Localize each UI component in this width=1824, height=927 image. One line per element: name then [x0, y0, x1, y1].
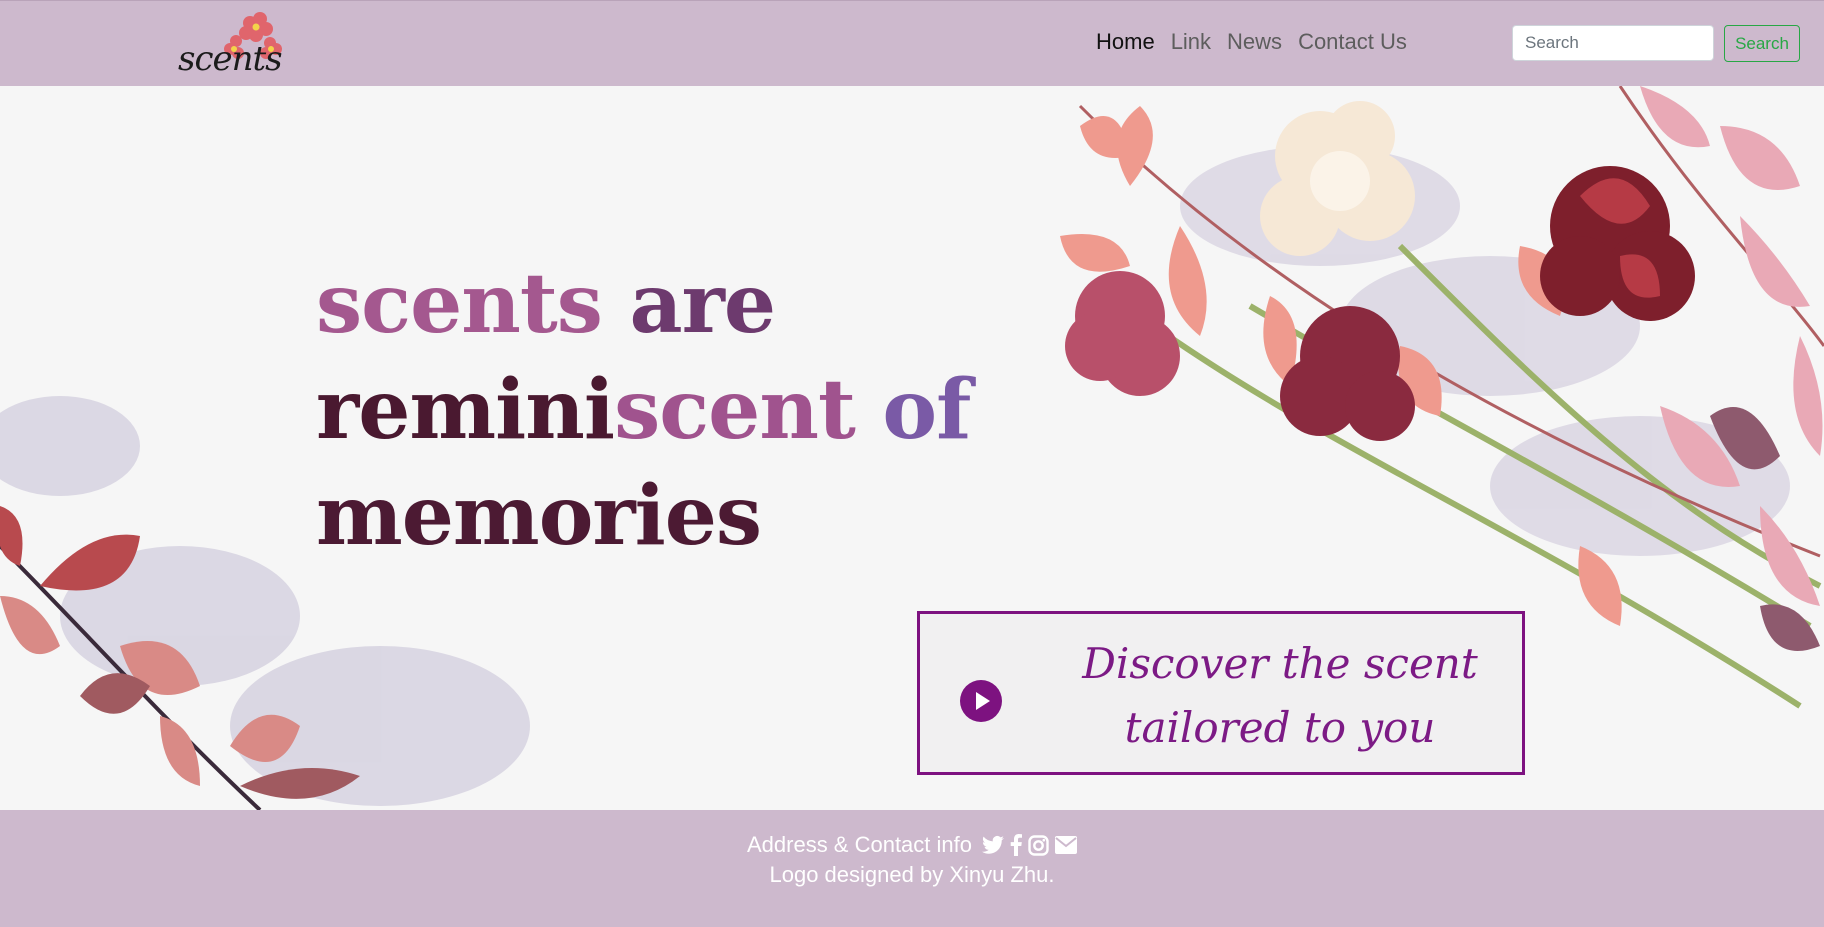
social-icons	[982, 834, 1077, 856]
footer-credit: Logo designed by Xinyu Zhu.	[769, 862, 1055, 887]
twitter-icon[interactable]	[982, 835, 1004, 855]
nav-links: Home Link News Contact Us	[1096, 29, 1407, 55]
hero-headline: scents are reminiscent of memories	[316, 251, 971, 569]
instagram-icon[interactable]	[1028, 834, 1049, 856]
mail-icon[interactable]	[1055, 836, 1077, 854]
nav-link-news[interactable]: News	[1227, 29, 1282, 55]
headline-line-3: memories	[316, 467, 762, 564]
search-input[interactable]	[1512, 25, 1714, 61]
headline-line-2: reminiscent of	[316, 361, 971, 458]
footer-contact-text: Address & Contact info	[746, 832, 972, 857]
nav-link-link[interactable]: Link	[1171, 29, 1211, 55]
logo-text: scents	[178, 39, 283, 79]
nav-link-home[interactable]: Home	[1096, 29, 1155, 55]
hero-section: scents are reminiscent of memories Disco…	[0, 86, 1824, 810]
nav-link-contact-us[interactable]: Contact Us	[1298, 29, 1407, 55]
cta-line-2: tailored to you	[1124, 703, 1436, 752]
footer: Address & Contact info Logo designed by …	[0, 810, 1824, 927]
footer-contact-row: Address & Contact info	[0, 832, 1824, 858]
brand-logo[interactable]: scents	[178, 9, 288, 81]
headline-line-1: scents are	[316, 255, 776, 352]
facebook-icon[interactable]	[1010, 834, 1022, 856]
cta-line-1: Discover the scent	[1082, 639, 1478, 688]
discover-scent-button[interactable]: Discover the scent tailored to you	[917, 611, 1525, 775]
cta-text: Discover the scent tailored to you	[1060, 632, 1500, 760]
search-button[interactable]: Search	[1724, 25, 1800, 62]
play-icon[interactable]	[960, 680, 1002, 722]
navbar: scents Home Link News Contact Us Search	[0, 0, 1824, 86]
